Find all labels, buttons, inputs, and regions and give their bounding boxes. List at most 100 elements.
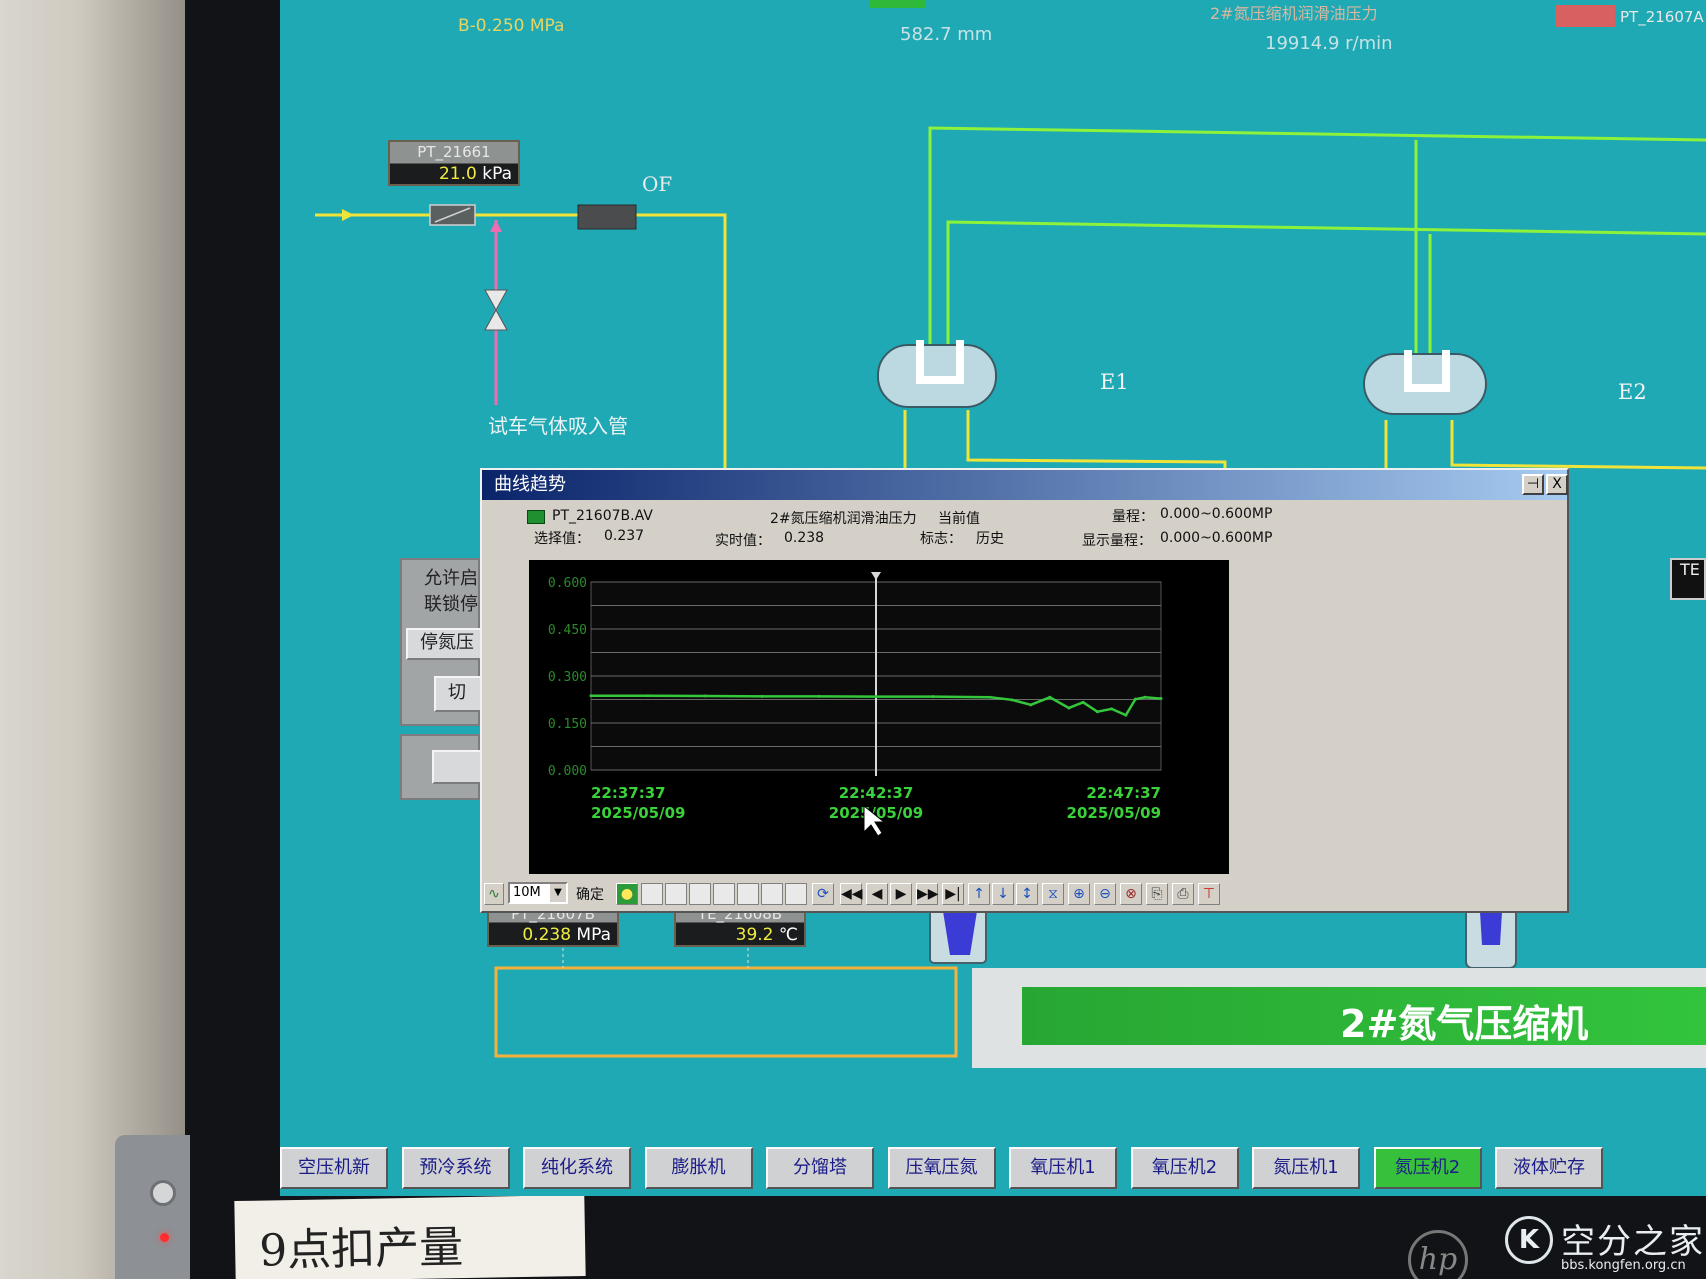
go-latest-icon[interactable]: ▶| <box>942 883 964 905</box>
right-edge-tag[interactable]: TE <box>1670 558 1706 600</box>
interlock-allow-label: 允许启 <box>424 568 478 589</box>
switch-button[interactable]: 切 <box>434 676 484 712</box>
close-button[interactable]: X <box>1546 474 1568 495</box>
tab-2[interactable]: 预冷系统 <box>401 1147 510 1189</box>
tab-9[interactable]: 氮压机1 <box>1252 1147 1360 1189</box>
confirm-button[interactable]: 确定 <box>576 884 604 904</box>
refresh-icon[interactable]: ⟳ <box>812 883 834 905</box>
y-tick-label: 0.450 <box>548 623 587 638</box>
realtime-value: 0.238 <box>784 530 825 546</box>
watermark-name: 空分之家 <box>1561 1222 1705 1262</box>
pt-21661-readout[interactable]: PT_21661 21.0 kPa <box>388 140 520 186</box>
series-point <box>703 694 707 698</box>
series-slot[interactable] <box>689 883 711 905</box>
series-point <box>646 694 650 698</box>
watermark: K 空分之家 bbs.kongfen.org.cn <box>1505 1210 1706 1279</box>
series-point <box>931 695 935 699</box>
compress-vertical-icon[interactable]: ⧖ <box>1042 883 1064 905</box>
x-tick-date: 2025/05/09 <box>1067 804 1161 822</box>
sticky-note: 9点扣产量 <box>234 1194 586 1279</box>
equipment-title: 2#氮气压缩机 <box>1340 1002 1589 1046</box>
zoom-in-icon[interactable]: ⊕ <box>1068 883 1090 905</box>
series-color-swatch[interactable] <box>527 510 545 524</box>
series-point <box>1081 700 1085 704</box>
tab-4[interactable]: 膨胀机 <box>644 1147 753 1189</box>
step-forward-icon[interactable]: ▶ <box>890 883 912 905</box>
dialog-title: 曲线趋势 <box>494 474 566 495</box>
tab-6[interactable]: 压氧压氮 <box>887 1147 996 1189</box>
y-tick-label: 0.600 <box>548 576 587 591</box>
series-point <box>988 695 992 699</box>
tab-3[interactable]: 纯化系统 <box>523 1147 631 1189</box>
expand-vertical-icon[interactable]: ↕ <box>1016 883 1038 905</box>
top-title-fragment: 2#氮压缩机润滑油压力 <box>1210 4 1378 23</box>
tab-10[interactable]: 氮压机2 <box>1373 1147 1482 1189</box>
series-slot[interactable] <box>761 883 783 905</box>
x-tick-time: 22:42:37 <box>839 784 914 802</box>
series-select-icon[interactable]: ● <box>616 883 638 905</box>
trend-type-icon[interactable]: ∿ <box>484 883 504 905</box>
series-point <box>1133 697 1137 701</box>
zoom-out-icon[interactable]: ⊖ <box>1094 883 1116 905</box>
series-point <box>1159 697 1163 701</box>
print-icon[interactable]: ⎙ <box>1172 883 1194 905</box>
tab-8[interactable]: 氧压机2 <box>1130 1147 1239 1189</box>
power-led-icon <box>160 1233 169 1242</box>
arrow-down-icon[interactable]: ↓ <box>992 883 1014 905</box>
top-alarm-indicator <box>1555 5 1615 27</box>
fast-forward-icon[interactable]: ▶▶ <box>916 883 939 905</box>
filter-label: OF <box>642 172 673 196</box>
exchanger-e2-label: E2 <box>1618 380 1647 404</box>
watermark-logo-icon: K <box>1505 1216 1553 1264</box>
display-range-value: 0.000~0.600MP <box>1160 530 1273 546</box>
trend-dialog: 曲线趋势 ⊣ X PT_21607B.AV 2#氮压缩机润滑油压力 当前值 量程… <box>480 468 1569 913</box>
stop-compressor-button[interactable]: 停氮压 <box>406 628 482 660</box>
top-pressure-readout: B-0.250 MPa <box>458 16 565 36</box>
ruler-icon[interactable]: ⊤ <box>1198 883 1220 905</box>
trend-plot[interactable]: 0.600 0.450 0.300 0.150 0.000 22:37:37 2025/05… <box>529 560 1229 874</box>
top-level-readout: 582.7 mm <box>900 24 993 45</box>
fast-rewind-icon[interactable]: ◀◀ <box>840 883 863 905</box>
tag-value: 39.2 ℃ <box>735 925 798 945</box>
tab-1[interactable]: 空压机新 <box>280 1147 388 1189</box>
arrow-up-icon[interactable]: ↑ <box>968 883 990 905</box>
tab-7[interactable]: 氧压机1 <box>1009 1147 1117 1189</box>
pin-icon[interactable]: ⊣ <box>1522 474 1544 495</box>
x-tick-date: 2025/05/09 <box>591 804 685 822</box>
top-speed-readout: 19914.9 r/min <box>1265 33 1393 54</box>
secondary-panel <box>400 734 482 800</box>
series-point <box>1095 710 1099 714</box>
series-point <box>1067 706 1071 710</box>
series-info: PT_21607B.AV 2#氮压缩机润滑油压力 当前值 量程： 0.000~0… <box>482 502 1567 554</box>
zoom-reset-icon[interactable]: ⊗ <box>1120 883 1142 905</box>
series-slot[interactable] <box>737 883 759 905</box>
series-slot[interactable] <box>641 883 663 905</box>
selected-value: 0.237 <box>604 528 645 544</box>
chevron-down-icon[interactable]: ▼ <box>550 884 566 902</box>
flag-label: 标志： <box>920 531 962 547</box>
power-knob-icon[interactable] <box>150 1180 176 1206</box>
trend-toolbar: ∿ 10M ▼ 确定 ● ⟳ ◀◀ ◀ ▶ ▶▶ ▶| ↑ ↓ ↕ ⧖ ⊕ ⊖ … <box>484 880 1564 910</box>
series-point <box>1010 698 1014 702</box>
series-slot[interactable] <box>785 883 807 905</box>
range-value: 0.000~0.600MP <box>1160 506 1273 522</box>
copy-icon[interactable]: ⎘ <box>1146 883 1168 905</box>
tab-11[interactable]: 液体贮存 <box>1495 1147 1603 1189</box>
realtime-label: 实时值： <box>715 533 771 549</box>
series-description: 2#氮压缩机润滑油压力 <box>770 511 917 527</box>
tab-5[interactable]: 分馏塔 <box>766 1147 874 1189</box>
y-tick-label: 0.300 <box>548 670 587 685</box>
series-slot[interactable] <box>665 883 687 905</box>
scada-screen: B-0.250 MPa 582.7 mm 19914.9 r/min 2#氮压缩… <box>280 0 1706 1196</box>
dialog-titlebar[interactable]: 曲线趋势 <box>482 470 1567 500</box>
series-slot[interactable] <box>713 883 735 905</box>
intake-pipe-label: 试车气体吸入管 <box>488 414 628 438</box>
secondary-panel-button[interactable] <box>432 750 482 784</box>
y-tick-label: 0.000 <box>548 764 587 779</box>
trend-plot-svg: 0.600 0.450 0.300 0.150 0.000 22:37:37 2025/05… <box>548 572 1163 837</box>
interval-select[interactable]: 10M ▼ <box>508 882 568 904</box>
step-back-icon[interactable]: ◀ <box>866 883 888 905</box>
tag-name: PT_21661 <box>390 142 518 164</box>
series-point <box>1110 707 1114 711</box>
cursor-marker-icon <box>871 572 881 580</box>
